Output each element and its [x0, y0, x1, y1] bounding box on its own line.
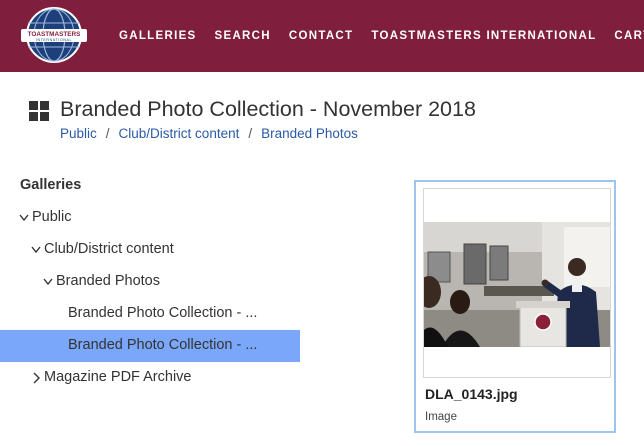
svg-text:TOASTMASTERS: TOASTMASTERS [28, 31, 82, 38]
chevron-down-icon[interactable] [31, 243, 41, 257]
breadcrumb-public[interactable]: Public [60, 126, 97, 141]
tree-item-branded-photo-collection-1[interactable]: Branded Photo Collection - ... [0, 298, 300, 330]
breadcrumb-separator: / [248, 126, 253, 141]
galleries-heading: Galleries [20, 177, 82, 193]
nav-galleries[interactable]: GALLERIES [119, 30, 197, 42]
image-card[interactable]: DLA_0143.jpg Image [414, 180, 616, 433]
tree-item-branded-photo-collection-2[interactable]: Branded Photo Collection - ... [0, 330, 300, 362]
svg-text:INTERNATIONAL: INTERNATIONAL [36, 38, 72, 42]
tree-item-label: Club/District content [44, 241, 174, 257]
grid-icon [29, 101, 49, 121]
page-title: Branded Photo Collection - November 2018 [60, 97, 476, 121]
chevron-down-icon[interactable] [19, 211, 29, 225]
tree-item-label: Branded Photo Collection - ... [68, 337, 258, 353]
toastmasters-logo[interactable]: TOASTMASTERS INTERNATIONAL [20, 5, 88, 65]
tree-item-club-district-content[interactable]: Club/District content [0, 234, 300, 266]
tree-item-public[interactable]: Public [0, 202, 300, 234]
breadcrumb: Public / Club/District content / Branded Pho… [60, 126, 358, 141]
breadcrumb-branded-photos[interactable]: Branded Photos [261, 126, 358, 141]
tree-item-label: Branded Photo Collection - ... [68, 305, 258, 321]
image-thumbnail[interactable] [423, 188, 611, 378]
chevron-down-icon[interactable] [43, 275, 53, 289]
top-navigation-bar: TOASTMASTERS INTERNATIONAL GALLERIES SEA… [0, 0, 644, 72]
main-nav: GALLERIES SEARCH CONTACT TOASTMASTERS IN… [119, 28, 644, 44]
tree-item-label: Branded Photos [56, 273, 160, 289]
nav-cart[interactable]: CART [614, 30, 644, 42]
breadcrumb-separator: / [105, 126, 110, 141]
image-type-label: Image [425, 411, 457, 423]
tree-item-label: Magazine PDF Archive [44, 369, 192, 385]
nav-toastmasters-international[interactable]: TOASTMASTERS INTERNATIONAL [371, 30, 596, 42]
tree-item-branded-photos[interactable]: Branded Photos [0, 266, 300, 298]
tree-item-label: Public [32, 209, 72, 225]
image-filename: DLA_0143.jpg [425, 386, 518, 402]
tree-item-magazine-pdf-archive[interactable]: Magazine PDF Archive [0, 362, 300, 394]
photo-thumbnail [424, 222, 610, 347]
nav-search[interactable]: SEARCH [215, 30, 271, 42]
nav-contact[interactable]: CONTACT [289, 30, 353, 42]
chevron-right-icon[interactable] [31, 371, 41, 385]
breadcrumb-club-district-content[interactable]: Club/District content [119, 126, 240, 141]
